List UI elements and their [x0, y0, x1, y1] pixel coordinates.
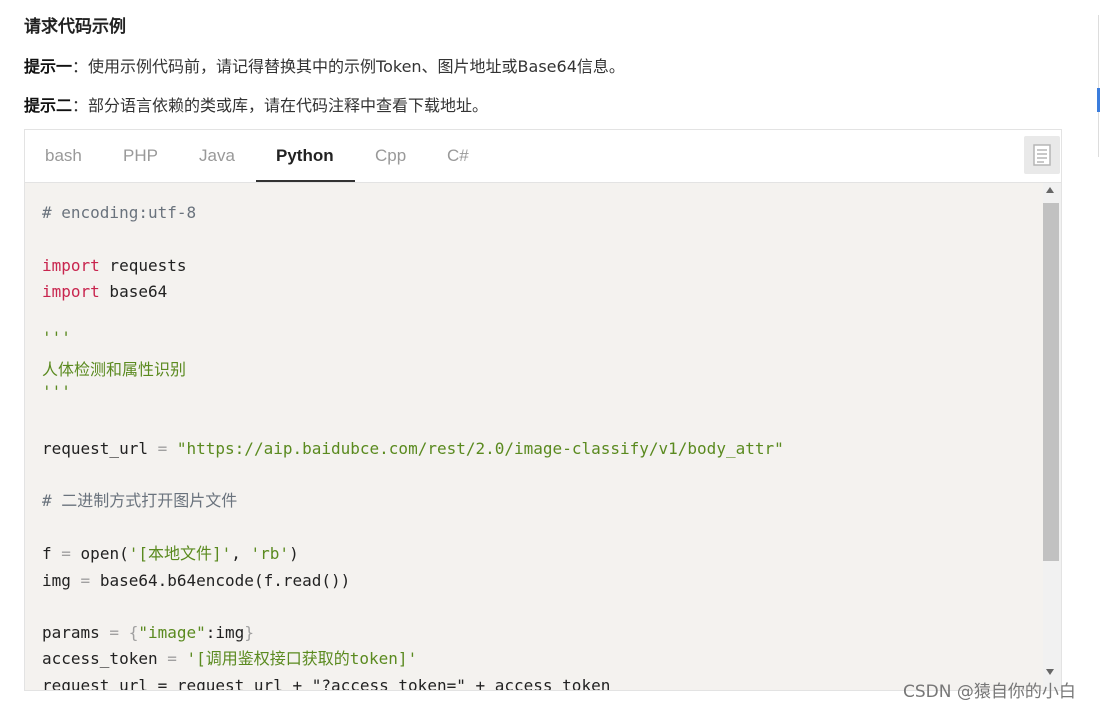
- tab-cpp[interactable]: Cpp: [375, 130, 406, 182]
- code-text: base64.b64encode(f.read()): [99, 571, 351, 590]
- code-text: img: [42, 571, 71, 590]
- side-nav-rule: [1098, 15, 1099, 157]
- code-line: params = {"image":img}: [42, 622, 254, 644]
- watermark: CSDN @猿自你的小白: [903, 682, 1076, 702]
- tip-one-sep: ：: [72, 57, 89, 76]
- code-line: 人体检测和属性识别: [42, 360, 187, 379]
- code-line: # encoding:utf-8: [42, 203, 197, 222]
- code-string: "https://aip.baidubce.com/rest/2.0/image…: [176, 439, 784, 458]
- code-string: "image": [138, 623, 206, 642]
- code-text: :img: [205, 623, 245, 642]
- tab-python[interactable]: Python: [276, 130, 334, 182]
- copy-button[interactable]: [1024, 136, 1060, 174]
- scrollbar-thumb[interactable]: [1043, 203, 1059, 561]
- tab-csharp[interactable]: C#: [447, 130, 469, 182]
- code-operator: =: [70, 571, 100, 590]
- code-text: open(: [80, 544, 129, 563]
- code-brace: }: [244, 623, 254, 642]
- code-operator: =: [157, 649, 187, 668]
- code-string: '[本地文件]': [128, 544, 232, 563]
- code-text: ,: [231, 544, 251, 563]
- code-text: access_token: [42, 649, 158, 668]
- code-line: access_token = '[调用鉴权接口获取的token]': [42, 648, 417, 670]
- language-tabs: bash PHP Java Python Cpp C#: [25, 130, 1061, 183]
- code-line: import requests: [42, 255, 187, 277]
- tip-one-label: 提示一: [24, 57, 73, 76]
- code-line: # 二进制方式打开图片文件: [42, 491, 238, 510]
- copy-icon: [1033, 144, 1051, 166]
- code-text: params: [42, 623, 100, 642]
- code-line: ''': [42, 382, 71, 401]
- code-text: f: [42, 544, 52, 563]
- code-block[interactable]: # encoding:utf-8 import requests import …: [25, 183, 1061, 690]
- active-tab-underline: [256, 180, 355, 182]
- code-operator: =: [51, 544, 81, 563]
- tip-two-text: 部分语言依赖的类或库，请在代码注释中查看下载地址。: [88, 96, 489, 115]
- scroll-down-arrow-icon[interactable]: [1046, 669, 1054, 675]
- tab-php[interactable]: PHP: [123, 130, 158, 182]
- code-keyword: import: [42, 256, 100, 275]
- code-line: import base64: [42, 281, 167, 303]
- code-brace: {: [128, 623, 139, 642]
- code-operator: =: [147, 439, 177, 458]
- tip-two-sep: ：: [72, 96, 89, 115]
- code-string: 'rb': [250, 544, 290, 563]
- code-text: requests: [99, 256, 187, 275]
- tip-two-label: 提示二: [24, 96, 73, 115]
- side-nav-active-marker[interactable]: [1097, 88, 1100, 112]
- scroll-up-arrow-icon[interactable]: [1046, 187, 1054, 193]
- code-operator: =: [99, 623, 129, 642]
- code-string: '[调用鉴权接口获取的token]': [186, 649, 418, 668]
- code-text: ): [289, 544, 299, 563]
- code-line: img = base64.b64encode(f.read()): [42, 570, 350, 592]
- code-line: f = open('[本地文件]', 'rb'): [42, 543, 299, 565]
- code-example-panel: bash PHP Java Python Cpp C# # encoding:u…: [24, 129, 1062, 691]
- code-line: request_url = request_url + "?access_tok…: [42, 676, 611, 690]
- tip-one-text: 使用示例代码前，请记得替换其中的示例Token、图片地址或Base64信息。: [88, 57, 625, 76]
- tip-two: 提示二：部分语言依赖的类或库，请在代码注释中查看下载地址。: [24, 92, 488, 116]
- tab-java[interactable]: Java: [199, 130, 235, 182]
- code-text: base64: [99, 282, 168, 301]
- code-keyword: import: [42, 282, 100, 301]
- tip-one: 提示一：使用示例代码前，请记得替换其中的示例Token、图片地址或Base64信…: [24, 53, 625, 77]
- code-text: request_url: [42, 439, 148, 458]
- code-line: request_url = "https://aip.baidubce.com/…: [42, 438, 784, 460]
- code-line: ''': [42, 328, 71, 347]
- tab-bash[interactable]: bash: [45, 130, 82, 182]
- section-heading: 请求代码示例: [24, 17, 126, 37]
